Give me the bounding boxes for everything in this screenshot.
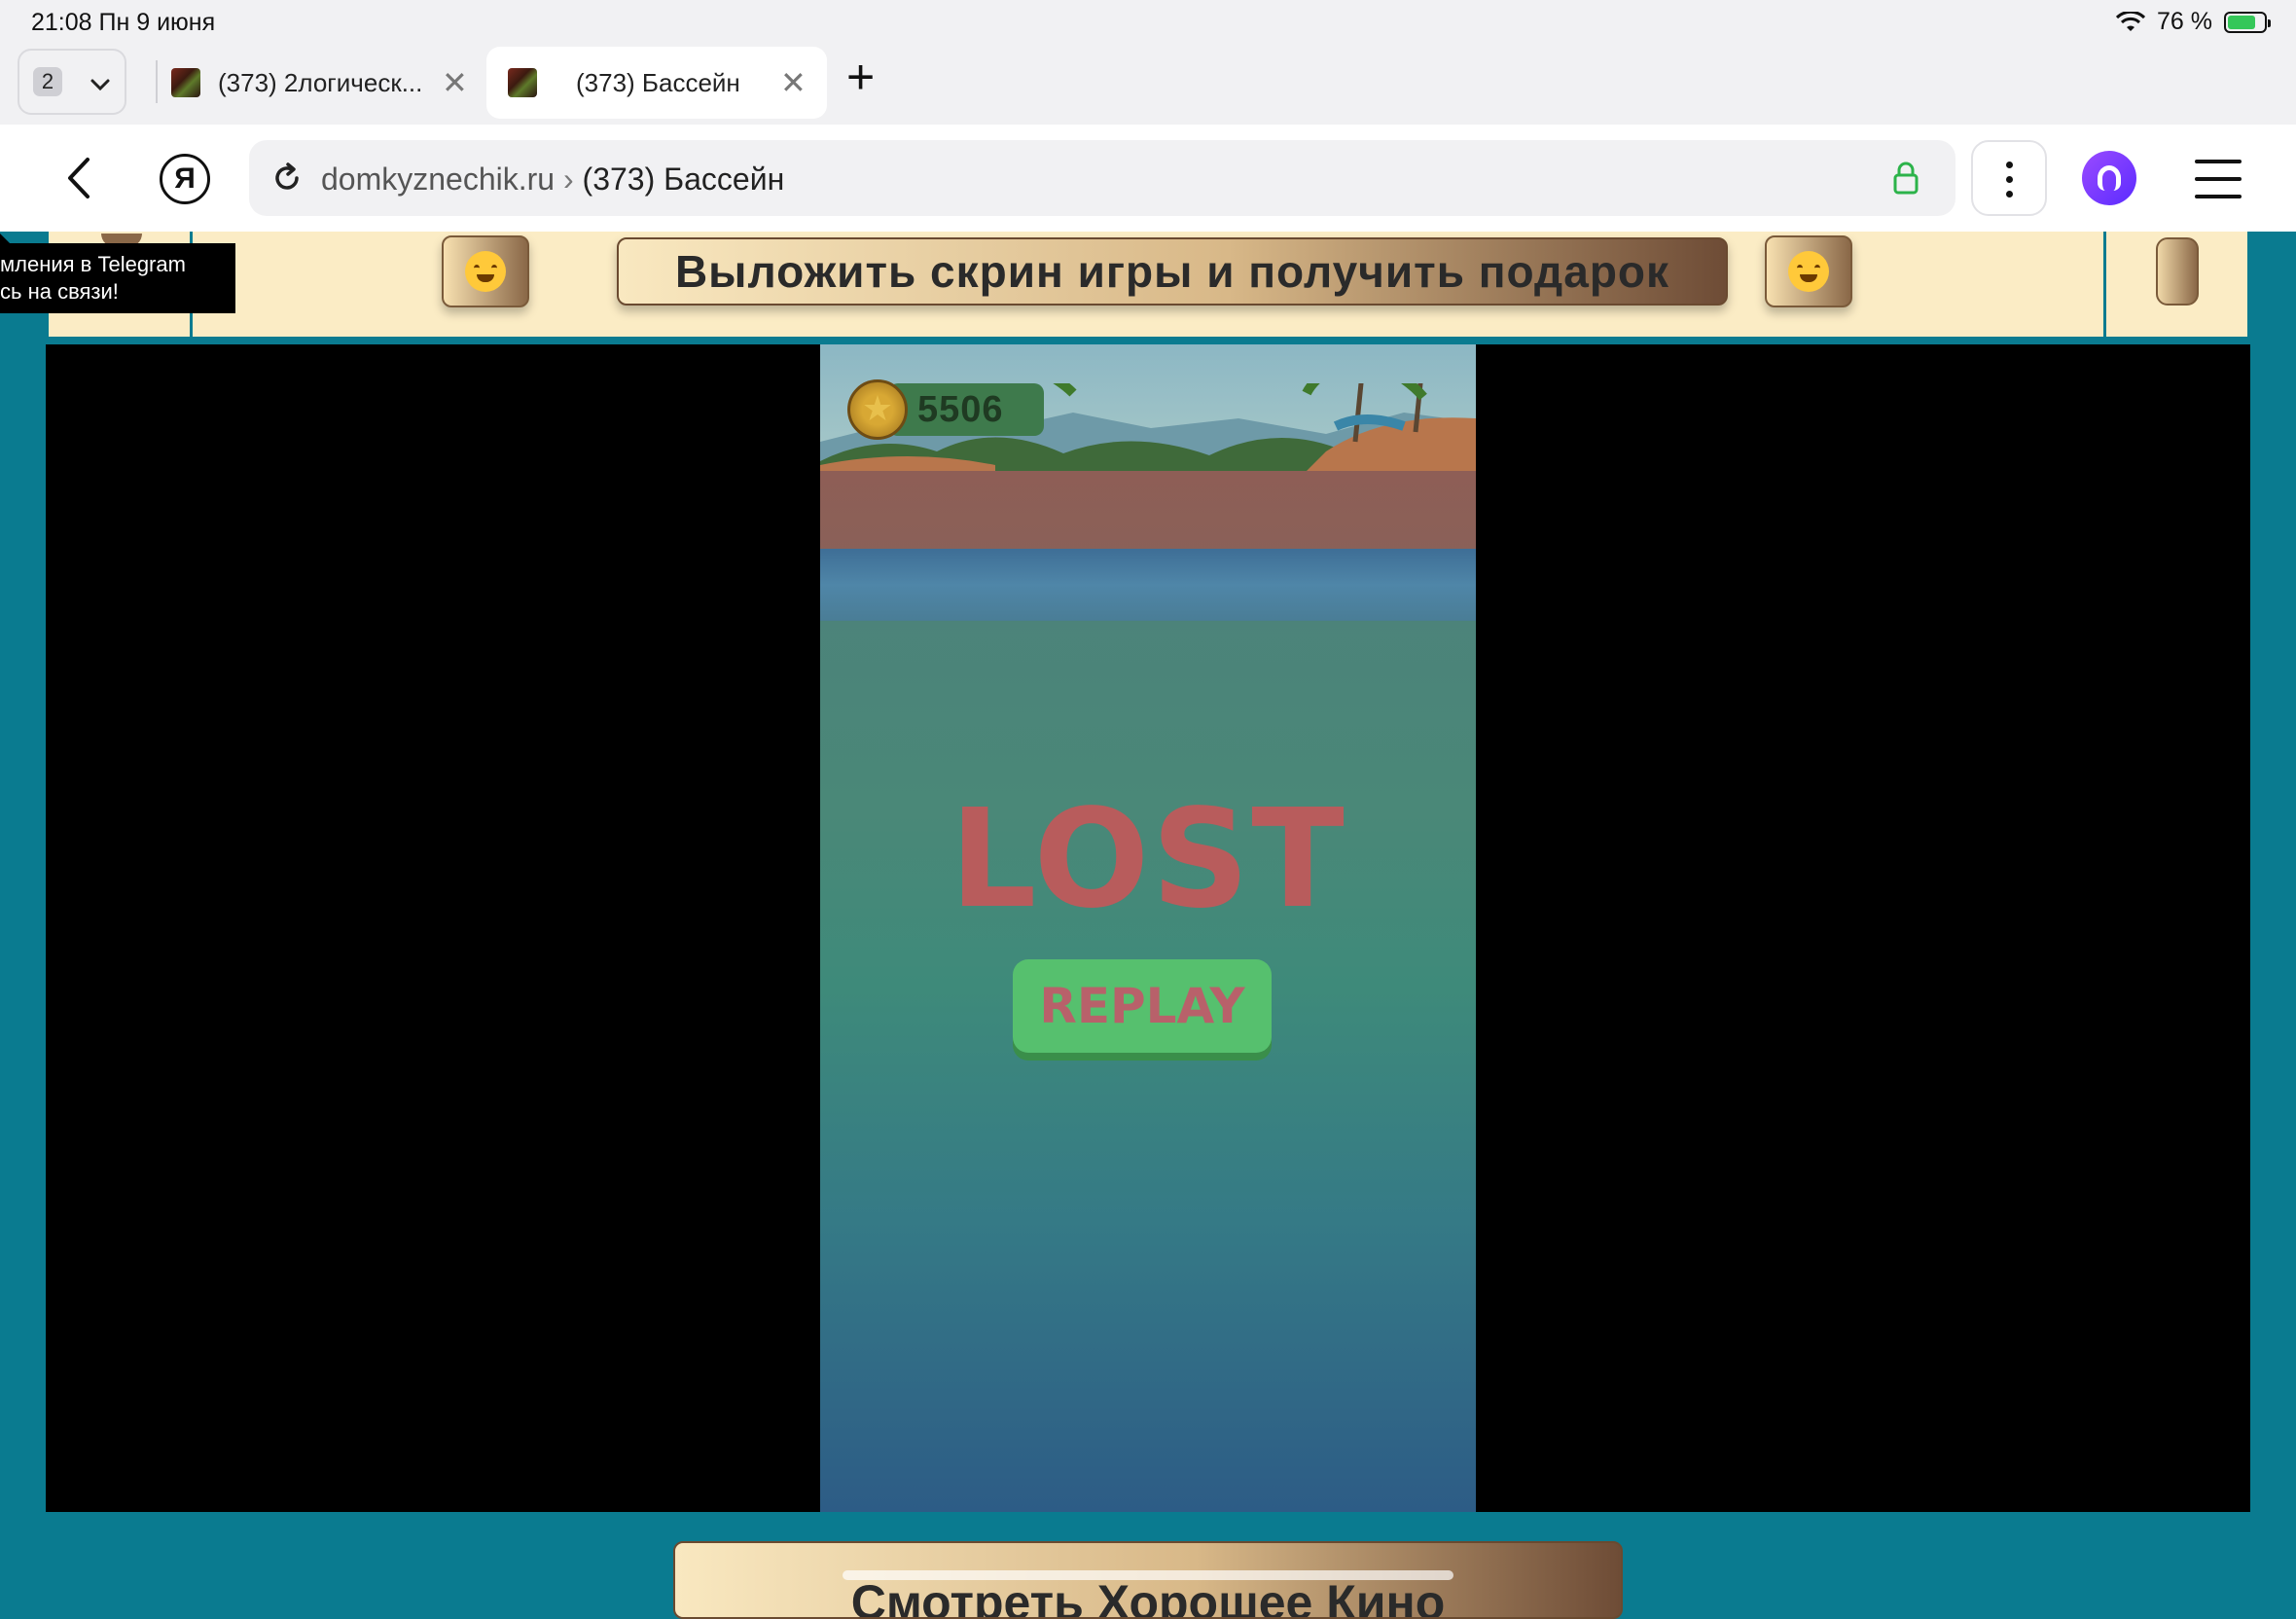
alice-icon[interactable] [2082, 151, 2136, 205]
battery-icon [2224, 11, 2271, 33]
promo-banner: Выложить скрин игры и получить подарок [49, 232, 2247, 341]
tab-title: (373) 2логическ... [218, 68, 423, 97]
home-indicator[interactable] [843, 1570, 1453, 1580]
tab-active[interactable]: (373) Бассейн ✕ [486, 47, 827, 119]
menu-icon[interactable] [2195, 160, 2242, 198]
game-sand [820, 471, 1476, 557]
tooltip-arrow [0, 234, 10, 243]
browser-toolbar: Я domkyznechik.ru › (373) Бассейн [0, 125, 2296, 232]
game-water-surface [820, 549, 1476, 621]
battery-percent: 76 % [2157, 8, 2212, 35]
chevron-down-icon [90, 79, 110, 91]
status-bar: 21:08 Пн 9 июня 76 % [0, 0, 2296, 45]
share-screenshot-button[interactable]: Выложить скрин игры и получить подарок [617, 237, 1728, 306]
tooltip-line: мления в Telegram [0, 252, 186, 276]
address-bar[interactable]: domkyznechik.ru › (373) Бассейн [249, 140, 1955, 216]
tab-count: 2 [33, 67, 62, 96]
url-text: domkyznechik.ru › (373) Бассейн [321, 162, 784, 198]
banner-border [49, 337, 2247, 341]
wifi-icon [2116, 11, 2146, 31]
tab-title: (373) Бассейн [576, 68, 740, 97]
status-time: 21:08 Пн 9 июня [31, 9, 216, 36]
site-favicon-icon [508, 68, 537, 97]
watch-movies-button[interactable]: Смотреть Хорошее Кино [673, 1541, 1623, 1619]
close-icon[interactable]: ✕ [780, 64, 807, 101]
url-separator: › [555, 162, 583, 197]
tooltip-line: сь на связи! [0, 279, 119, 304]
tab-switcher-button[interactable]: 2 [18, 49, 126, 115]
yandex-logo-button[interactable]: Я [160, 154, 210, 204]
banner-side-button[interactable] [2156, 237, 2199, 306]
url-page-title: (373) Бассейн [582, 162, 785, 197]
tab-inactive[interactable]: (373) 2логическ... ✕ [158, 47, 479, 119]
close-icon[interactable]: ✕ [442, 64, 468, 101]
url-domain: domkyznechik.ru [321, 162, 556, 197]
kebab-icon[interactable] [1971, 140, 2047, 216]
plus-icon[interactable]: + [846, 53, 875, 101]
banner-divider [2103, 232, 2106, 341]
emoji-button-right[interactable] [1765, 235, 1852, 307]
site-favicon-icon [171, 68, 200, 97]
emoji-icon [1788, 251, 1829, 292]
game-result-text: LOST [950, 780, 1346, 939]
reload-icon[interactable] [270, 162, 304, 195]
telegram-tooltip: мления в Telegram сь на связи! [0, 243, 235, 313]
coin-count: 5506 [917, 389, 1004, 430]
back-icon[interactable] [58, 154, 101, 202]
game-canvas[interactable]: ★ 5506 LOST REPLAY [820, 344, 1476, 1512]
lock-icon[interactable] [1893, 162, 1919, 195]
emoji-button-left[interactable] [442, 235, 529, 307]
replay-button[interactable]: REPLAY [1013, 959, 1272, 1053]
status-indicators: 76 % [2116, 8, 2271, 36]
coin-icon: ★ [847, 379, 908, 440]
emoji-icon [465, 251, 506, 292]
tab-bar: 2 (373) 2логическ... ✕ (373) Бассейн ✕ + [0, 45, 2296, 125]
